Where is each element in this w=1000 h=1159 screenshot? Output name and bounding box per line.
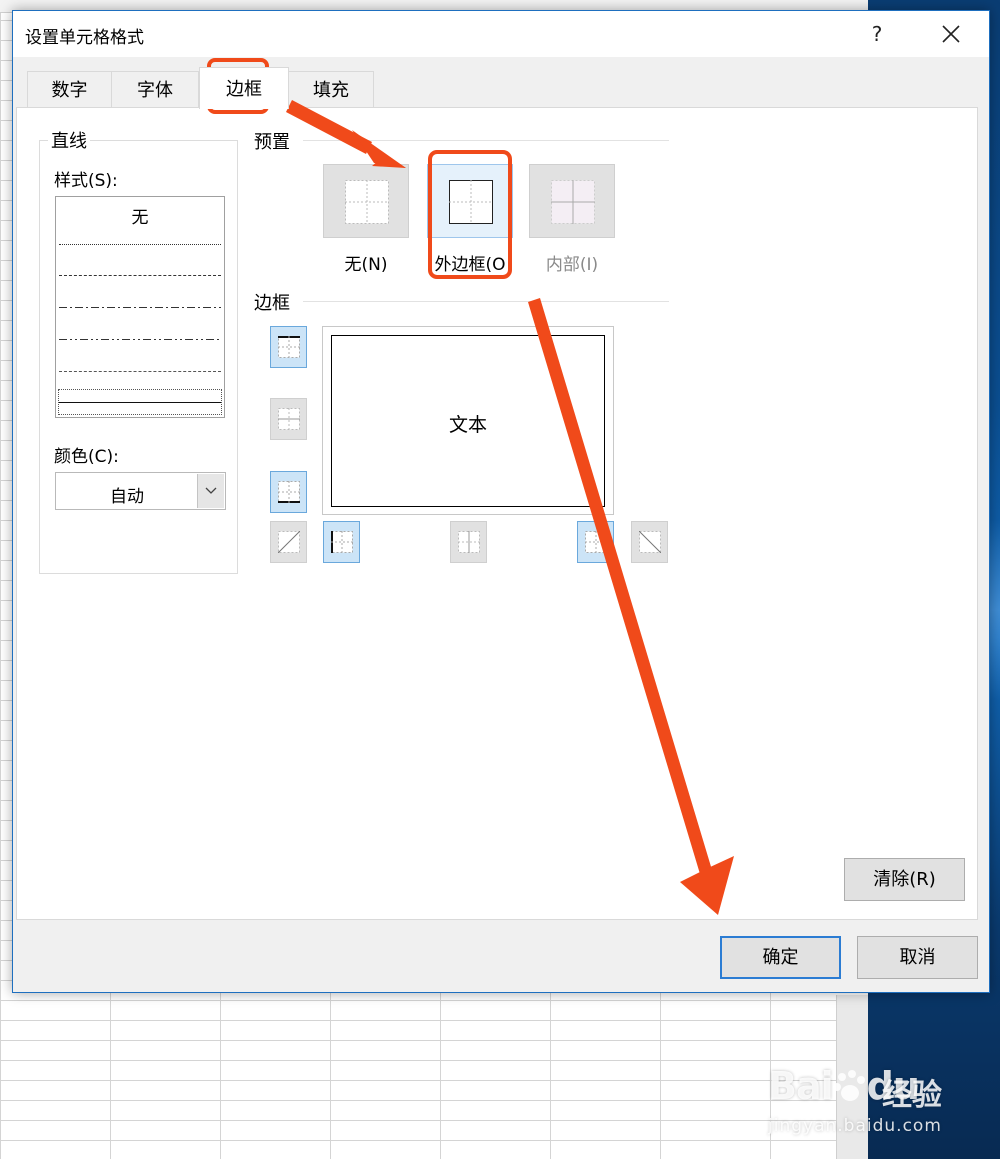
- format-cells-dialog: 设置单元格格式 ? 数字 字体 边框 填充 直线 样式(S): 无 颜色(C):: [12, 10, 990, 993]
- border-bottom-icon: [278, 481, 300, 503]
- tab-font[interactable]: 字体: [111, 71, 199, 108]
- chevron-down-icon: [205, 487, 217, 494]
- border-left-button[interactable]: [323, 521, 360, 563]
- border-right-icon: [585, 531, 607, 553]
- preset-none-label: 无(N): [344, 255, 388, 275]
- color-value: 自动: [110, 487, 144, 507]
- preview-text: 文本: [448, 414, 487, 436]
- clear-button[interactable]: 清除(R): [844, 858, 965, 901]
- tab-fill[interactable]: 填充: [288, 71, 374, 108]
- border-top-icon: [278, 336, 300, 358]
- preset-outline-button[interactable]: [427, 164, 513, 238]
- preset-inside-button[interactable]: [529, 164, 615, 238]
- ok-button[interactable]: 确定: [720, 936, 841, 979]
- line-group-title: 直线: [48, 127, 90, 153]
- border-inside-vertical-button[interactable]: [450, 521, 487, 563]
- line-style-medium-dashed[interactable]: [59, 371, 221, 372]
- close-icon: [942, 25, 960, 43]
- preset-none-icon: [345, 180, 389, 224]
- border-bottom-button[interactable]: [270, 471, 307, 513]
- line-style-dash-dot-dot[interactable]: [59, 339, 221, 340]
- border-inside-horizontal-icon: [278, 408, 300, 430]
- help-button[interactable]: ?: [865, 19, 889, 49]
- border-right-button[interactable]: [577, 521, 614, 563]
- dialog-titlebar: 设置单元格格式 ?: [13, 11, 989, 57]
- border-group-title: 边框: [251, 289, 293, 315]
- paw-icon: [832, 1070, 865, 1101]
- line-style-solid[interactable]: [59, 402, 221, 403]
- line-style-dashed[interactable]: [59, 275, 221, 276]
- diagonal-down-icon: [639, 531, 661, 553]
- border-left-icon: [331, 531, 353, 553]
- close-button[interactable]: [931, 17, 971, 51]
- line-style-none[interactable]: 无: [56, 203, 224, 228]
- preset-outline-icon: [449, 180, 493, 224]
- style-label: 样式(S):: [54, 171, 118, 191]
- border-separator: [303, 301, 669, 302]
- presets-group-title: 预置: [251, 128, 293, 154]
- watermark-cn-text: 经验: [882, 1078, 942, 1113]
- color-dropdown[interactable]: 自动: [55, 472, 226, 510]
- border-inside-vertical-icon: [458, 531, 480, 553]
- line-style-list[interactable]: 无: [55, 196, 225, 418]
- preset-none-button[interactable]: [323, 164, 409, 238]
- color-dropdown-button[interactable]: [197, 474, 224, 508]
- border-tab-panel: 直线 样式(S): 无 颜色(C): 自动 预置 无(N) 外边框(O 内部(I…: [16, 107, 978, 920]
- watermark-url: jingyan.baidu.com: [768, 1116, 942, 1136]
- presets-separator: [303, 140, 669, 141]
- preset-inside-icon: [551, 180, 595, 224]
- preset-inside-label: 内部(I): [545, 255, 599, 275]
- line-style-dash-dot[interactable]: [59, 307, 221, 308]
- dialog-title: 设置单元格格式: [25, 28, 144, 48]
- diagonal-up-icon: [278, 531, 300, 553]
- color-label: 颜色(C):: [54, 447, 119, 467]
- baidu-watermark: Bai du 经验 jingyan.baidu.com: [762, 1040, 992, 1140]
- cancel-button[interactable]: 取消: [857, 936, 978, 979]
- preview-cell: 文本: [331, 335, 605, 507]
- tab-number[interactable]: 数字: [27, 71, 112, 108]
- tab-border[interactable]: 边框: [199, 67, 289, 109]
- border-top-button[interactable]: [270, 326, 307, 368]
- line-style-dotted[interactable]: [59, 244, 221, 245]
- border-diagonal-down-button[interactable]: [631, 521, 668, 563]
- border-inside-horizontal-button[interactable]: [270, 398, 307, 440]
- border-diagonal-up-button[interactable]: [270, 521, 307, 563]
- border-preview[interactable]: 文本: [322, 326, 614, 515]
